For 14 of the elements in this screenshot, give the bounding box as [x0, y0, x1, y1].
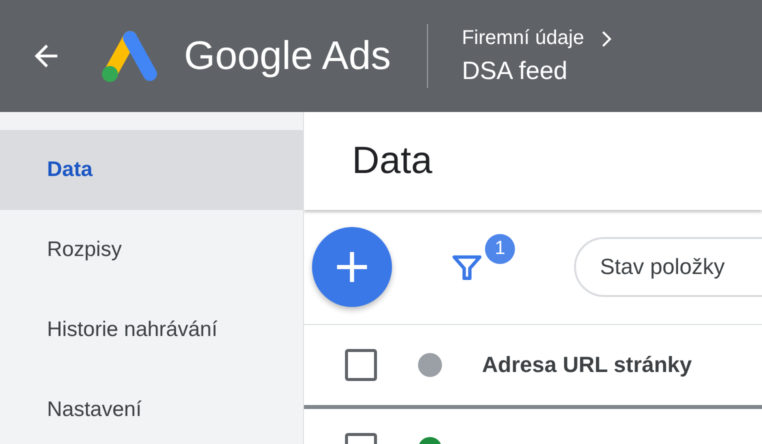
filter-count-badge: 1: [485, 234, 515, 264]
product-name: Google Ads: [184, 34, 391, 78]
column-header[interactable]: Adresa URL stránky: [482, 352, 692, 378]
sidebar-item[interactable]: Nastavení: [0, 370, 303, 444]
checkbox[interactable]: [345, 349, 377, 381]
sidebar-item[interactable]: Data: [0, 130, 303, 210]
add-button[interactable]: [312, 227, 392, 307]
plus-icon: [337, 252, 367, 282]
sidebar-item[interactable]: Historie nahrávání: [0, 290, 303, 370]
page-title: Data: [352, 140, 432, 182]
page-name: DSA feed: [462, 56, 568, 86]
filter-chip[interactable]: Stav položky: [574, 237, 762, 297]
breadcrumb-link[interactable]: Firemní údaje: [462, 27, 584, 50]
sidebar-item[interactable]: Rozpisy: [0, 210, 303, 290]
